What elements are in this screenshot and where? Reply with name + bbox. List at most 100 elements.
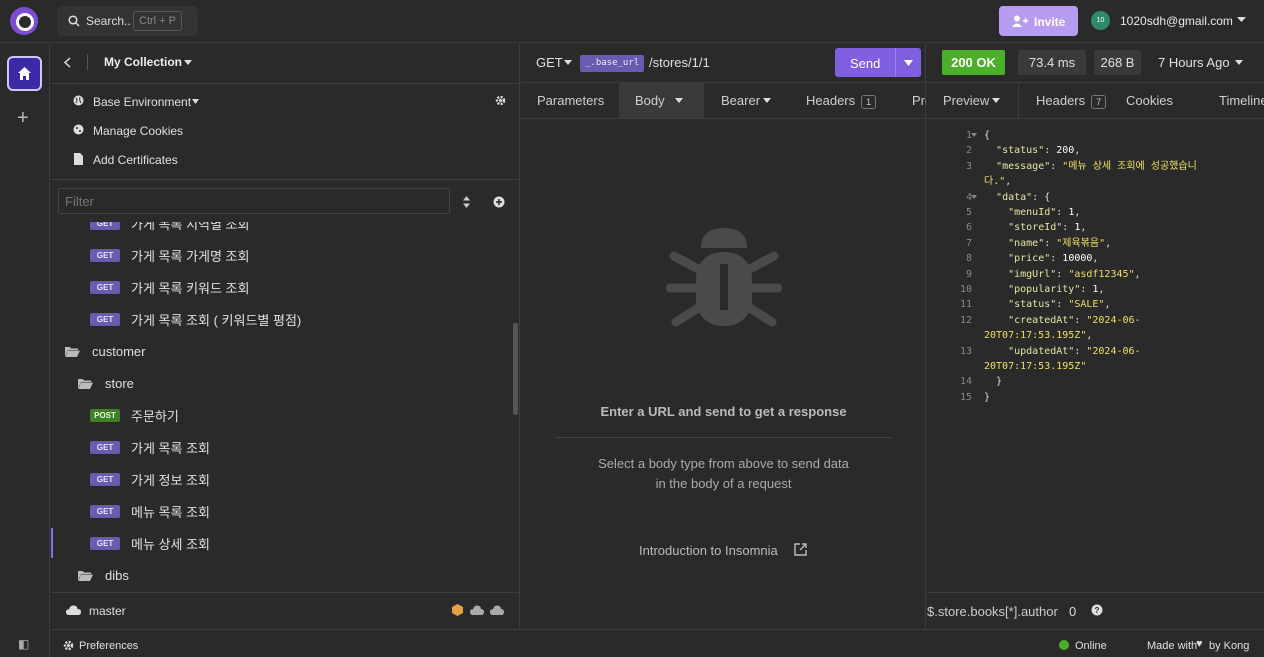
divider bbox=[51, 179, 520, 180]
chevron-down-icon[interactable] bbox=[184, 60, 192, 65]
folder-row[interactable]: customer bbox=[51, 342, 513, 362]
tab-headers-label: Headers bbox=[806, 93, 856, 108]
add-certificates[interactable]: Add Certificates bbox=[93, 153, 178, 167]
folder-open-icon bbox=[78, 379, 93, 389]
sort-icon[interactable] bbox=[463, 196, 470, 208]
request-label: 주문하기 bbox=[131, 409, 179, 424]
tab-bearer[interactable]: Bearer bbox=[721, 93, 760, 108]
tab-pre-request[interactable]: Pre bbox=[912, 93, 926, 108]
heart-icon: ♥ bbox=[1196, 638, 1203, 650]
help-icon[interactable]: ? bbox=[1091, 604, 1103, 616]
chevron-down-icon[interactable] bbox=[904, 60, 913, 66]
tree-row[interactable]: GET 가게 목록 지역별 조회 bbox=[51, 222, 513, 233]
chevron-down-icon[interactable] bbox=[1237, 17, 1246, 23]
cloud-download-icon[interactable] bbox=[470, 605, 484, 615]
fold-icon[interactable] bbox=[971, 133, 977, 137]
divider bbox=[87, 54, 88, 70]
tree-row-active[interactable]: GET 메뉴 상세 조회 bbox=[51, 528, 513, 558]
external-link-icon[interactable] bbox=[794, 543, 807, 556]
json-line: "updatedAt": "2024-06- bbox=[1008, 345, 1141, 357]
method-badge-get: GET bbox=[90, 505, 120, 518]
tab-headers[interactable]: Headers 1 bbox=[806, 93, 877, 109]
method-badge-get: GET bbox=[90, 537, 120, 550]
base-environment[interactable]: Base Environment bbox=[93, 95, 191, 109]
response-filter-input[interactable]: $.store.books[*].author bbox=[927, 604, 1058, 619]
chevron-down-icon[interactable] bbox=[763, 98, 771, 103]
scrollbar[interactable] bbox=[513, 323, 518, 415]
json-line: "data": { bbox=[996, 191, 1051, 203]
search-button[interactable]: Search.. Ctrl + P bbox=[57, 6, 198, 36]
tree-row[interactable]: GET 가게 목록 가게명 조회 bbox=[51, 245, 513, 265]
tab-parameters[interactable]: Parameters bbox=[537, 93, 604, 108]
search-label: Search.. bbox=[86, 14, 131, 28]
line-number: 15 bbox=[959, 391, 972, 403]
chevron-down-icon[interactable] bbox=[564, 60, 572, 65]
invite-button[interactable]: Invite bbox=[999, 6, 1078, 36]
tree-row[interactable]: GET 가게 정보 조회 bbox=[51, 469, 513, 489]
json-line: "status": "SALE", bbox=[1008, 299, 1111, 311]
tab-timeline[interactable]: Timeline bbox=[1219, 93, 1264, 108]
method-badge-get: GET bbox=[90, 222, 120, 230]
url-path[interactable]: /stores/1/1 bbox=[649, 55, 710, 70]
folder-label: customer bbox=[92, 344, 146, 359]
chevron-down-icon[interactable] bbox=[192, 99, 199, 104]
cloud-upload-icon[interactable] bbox=[490, 605, 504, 615]
tree-row[interactable]: GET 가게 목록 조회 ( 키워드별 평점) bbox=[51, 309, 513, 329]
search-icon bbox=[68, 15, 80, 27]
gear-icon[interactable] bbox=[495, 95, 506, 106]
insomnia-logo-icon[interactable] bbox=[10, 7, 38, 35]
collection-title[interactable]: My Collection bbox=[104, 55, 182, 69]
send-button[interactable]: Send bbox=[835, 48, 921, 77]
request-tree: GET 가게 목록 지역별 조회 GET 가게 목록 가게명 조회 GET 가게… bbox=[51, 222, 513, 592]
tab-cookies[interactable]: Cookies bbox=[1126, 93, 1173, 108]
gear-icon[interactable] bbox=[63, 640, 74, 651]
request-label: 가게 정보 조회 bbox=[131, 473, 210, 488]
json-line: "storeId": 1, bbox=[1008, 222, 1087, 234]
status-badge: 200 OK bbox=[942, 50, 1005, 75]
json-line: "createdAt": "2024-06- bbox=[1008, 314, 1141, 326]
line-number: 2 bbox=[965, 145, 972, 157]
add-circle-icon[interactable] bbox=[493, 196, 505, 208]
toggle-sidebar-icon[interactable]: ◧ bbox=[18, 637, 29, 651]
svg-text:?: ? bbox=[1095, 606, 1100, 615]
chevron-left-icon[interactable] bbox=[64, 57, 71, 68]
by-kong[interactable]: by Kong bbox=[1209, 640, 1249, 652]
empty-line-2: in the body of a request bbox=[655, 476, 792, 491]
method-badge-get: GET bbox=[90, 473, 120, 486]
branch-name[interactable]: master bbox=[89, 604, 126, 618]
divider bbox=[555, 437, 892, 438]
folder-row[interactable]: store bbox=[51, 374, 513, 394]
line-number: 6 bbox=[965, 222, 972, 234]
manage-cookies[interactable]: Manage Cookies bbox=[93, 124, 183, 138]
base-url-token[interactable]: _.base_url bbox=[580, 55, 645, 72]
search-shortcut: Ctrl + P bbox=[133, 11, 182, 31]
add-project-button[interactable]: + bbox=[17, 107, 29, 130]
json-line: { bbox=[984, 130, 991, 141]
fold-icon[interactable] bbox=[971, 195, 977, 199]
filter-input[interactable] bbox=[58, 188, 450, 214]
home-button[interactable] bbox=[7, 56, 42, 91]
tab-response-headers[interactable]: Headers 7 bbox=[1036, 93, 1107, 109]
response-time-ago[interactable]: 7 Hours Ago bbox=[1158, 55, 1230, 70]
method-select[interactable]: GET bbox=[536, 55, 563, 70]
avatar[interactable]: 10 bbox=[1091, 11, 1110, 30]
request-label: 메뉴 목록 조회 bbox=[131, 505, 210, 520]
json-line: "name": "제육볶음", bbox=[1008, 237, 1112, 249]
divider bbox=[51, 592, 520, 593]
cookie-icon bbox=[73, 124, 84, 135]
tree-row[interactable]: GET 가게 목록 키워드 조회 bbox=[51, 277, 513, 297]
tree-row[interactable]: GET 가게 목록 조회 bbox=[51, 437, 513, 457]
json-line: 20T07:17:53.195Z", bbox=[984, 330, 1093, 342]
package-icon[interactable] bbox=[452, 604, 463, 616]
tab-body[interactable]: Body bbox=[619, 83, 704, 118]
intro-link[interactable]: Introduction to Insomnia bbox=[639, 543, 778, 558]
folder-row[interactable]: dibs bbox=[51, 566, 513, 586]
certificate-icon bbox=[74, 153, 83, 165]
line-number: 11 bbox=[959, 299, 972, 311]
tab-preview[interactable]: Preview bbox=[927, 83, 1019, 118]
chevron-down-icon[interactable] bbox=[1235, 60, 1243, 65]
user-email[interactable]: 1020sdh@gmail.com bbox=[1120, 14, 1233, 28]
tree-row[interactable]: GET 메뉴 목록 조회 bbox=[51, 501, 513, 521]
preferences-link[interactable]: Preferences bbox=[79, 640, 138, 652]
tree-row[interactable]: POST 주문하기 bbox=[51, 405, 513, 425]
